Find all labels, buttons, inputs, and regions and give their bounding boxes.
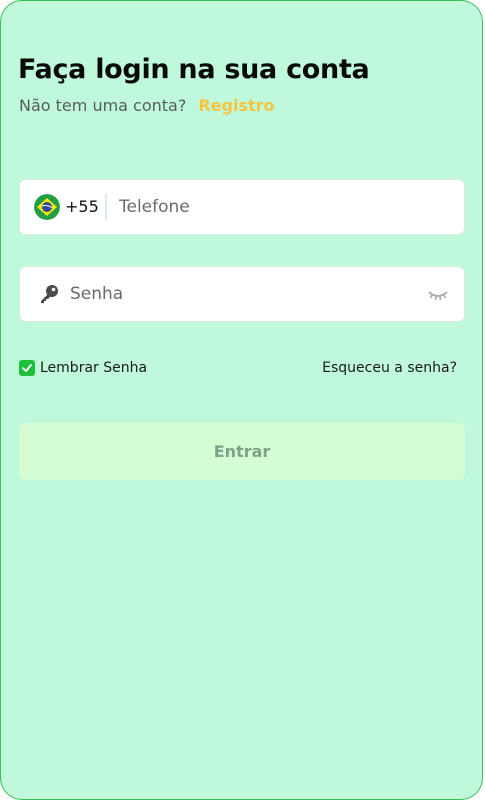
- field-divider: [105, 194, 107, 220]
- page-title: Faça login na sua conta: [18, 54, 370, 85]
- remember-checkbox[interactable]: [19, 360, 35, 376]
- register-link[interactable]: Registro: [198, 96, 274, 115]
- register-prompt: Não tem uma conta? Registro: [19, 96, 275, 115]
- key-icon: [38, 283, 60, 305]
- brazil-flag-icon[interactable]: [34, 194, 60, 220]
- eye-closed-icon[interactable]: [428, 287, 448, 301]
- phone-field[interactable]: +55: [19, 179, 465, 235]
- login-card: Faça login na sua conta Não tem uma cont…: [0, 0, 483, 800]
- forgot-password-link[interactable]: Esqueceu a senha?: [322, 360, 457, 376]
- login-button[interactable]: Entrar: [19, 423, 465, 480]
- remember-password[interactable]: Lembrar Senha: [19, 360, 147, 376]
- phone-input[interactable]: [119, 180, 449, 234]
- remember-label[interactable]: Lembrar Senha: [40, 360, 147, 376]
- password-input[interactable]: [70, 267, 420, 321]
- register-prompt-text: Não tem uma conta?: [19, 96, 187, 115]
- password-field[interactable]: [19, 266, 465, 322]
- country-code[interactable]: +55: [65, 197, 99, 216]
